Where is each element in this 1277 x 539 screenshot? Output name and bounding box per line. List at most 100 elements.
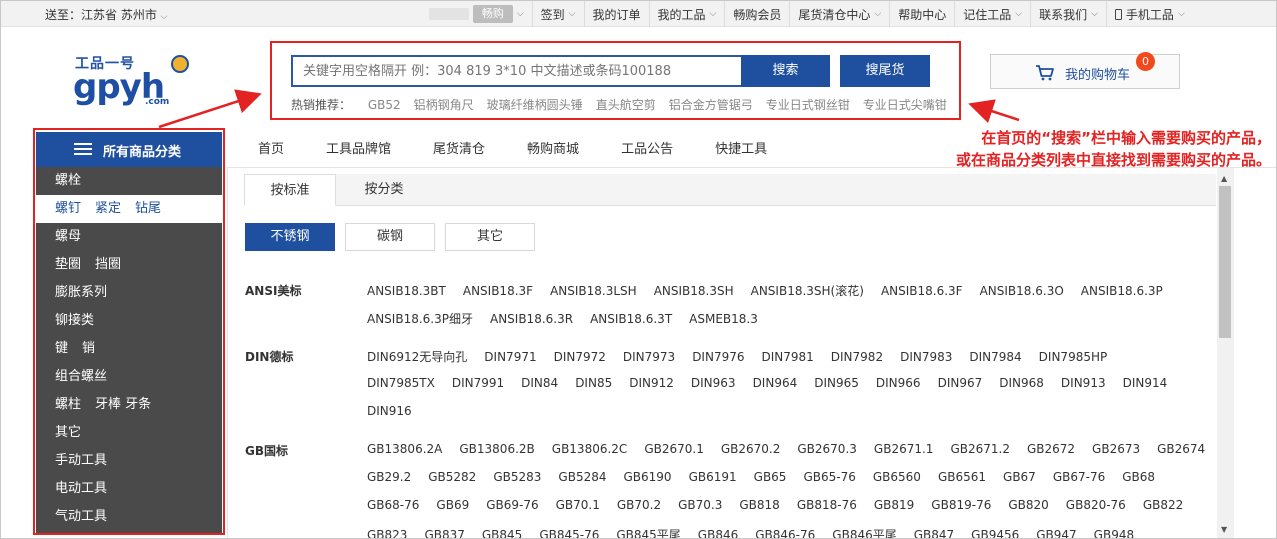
main-nav-item[interactable]: 尾货清仓	[417, 133, 501, 167]
standard-link[interactable]: GB819-76	[931, 498, 991, 512]
topnav-item[interactable]: 尾货清仓中心 ⌵	[789, 1, 889, 27]
material-stainless-button[interactable]: 不锈钢	[245, 223, 335, 251]
standard-link[interactable]: GB67-76	[1053, 470, 1105, 484]
standard-link[interactable]: GB70.3	[678, 498, 722, 512]
standard-link[interactable]: GB818-76	[797, 498, 857, 512]
topnav-item[interactable]: 我的工品 ⌵	[648, 1, 725, 27]
topnav-item[interactable]: 手机工品 ⌵	[1105, 1, 1193, 27]
standard-link[interactable]: DIN7973	[623, 350, 675, 364]
standard-link[interactable]: GB6560	[873, 470, 921, 484]
standard-link[interactable]: GB29.2	[367, 470, 411, 484]
standard-link[interactable]: GB6561	[938, 470, 986, 484]
material-other-button[interactable]: 其它	[445, 223, 535, 251]
standard-link[interactable]: DIN7971	[484, 350, 536, 364]
topnav-item[interactable]: 记住工品 ⌵	[954, 1, 1030, 27]
standard-link[interactable]: ANSIB18.6.3T	[590, 312, 672, 326]
standard-link[interactable]: DIN84	[521, 376, 558, 390]
hot-link[interactable]: GB52	[368, 98, 401, 112]
standard-link[interactable]: ASMEB18.3	[689, 312, 758, 326]
standard-link[interactable]: ANSIB18.6.3P细牙	[367, 312, 473, 326]
hot-link[interactable]: 铝合金方管锯弓	[669, 98, 753, 112]
standard-link[interactable]: ANSIB18.3F	[463, 284, 533, 298]
standard-link[interactable]: DIN965	[814, 376, 859, 390]
standard-link[interactable]: GB70.2	[617, 498, 661, 512]
topnav-item[interactable]: 我的订单	[583, 1, 649, 27]
location-selector[interactable]: 送至：江苏省 苏州市 ⌵	[45, 6, 167, 23]
hot-link[interactable]: 铝柄钢角尺	[414, 98, 474, 112]
tab-by-category[interactable]: 按分类	[336, 174, 432, 206]
standard-link[interactable]: GB69	[436, 498, 469, 512]
standard-link[interactable]: GB846平尾	[832, 528, 896, 538]
standard-link[interactable]: GB5284	[558, 470, 606, 484]
standard-link[interactable]: DIN964	[753, 376, 798, 390]
topnav-item[interactable]: 畅购会员	[724, 1, 789, 27]
main-nav-item[interactable]: 首页	[242, 133, 300, 167]
main-nav-item[interactable]: 工品公告	[605, 133, 689, 167]
standard-link[interactable]: GB846	[698, 528, 738, 538]
standard-link[interactable]: GB2670.3	[797, 442, 857, 456]
standard-link[interactable]: DIN966	[876, 376, 921, 390]
standard-link[interactable]: GB68	[1122, 470, 1155, 484]
standard-link[interactable]: GB9456	[971, 528, 1019, 538]
standard-link[interactable]: GB6191	[689, 470, 737, 484]
standard-link[interactable]: GB5282	[428, 470, 476, 484]
standard-link[interactable]: GB2671.2	[950, 442, 1010, 456]
hot-link[interactable]: 专业日式尖嘴钳	[863, 98, 947, 112]
topnav-item[interactable]: 签到 ⌵	[531, 1, 584, 27]
hot-link[interactable]: 玻璃纤维柄圆头锤	[487, 98, 583, 112]
standard-link[interactable]: GB2672	[1027, 442, 1075, 456]
standard-link[interactable]: DIN7984	[969, 350, 1021, 364]
scroll-up-icon[interactable]: ▲	[1221, 174, 1227, 183]
main-nav-item[interactable]: 快捷工具	[699, 133, 783, 167]
standard-link[interactable]: GB819	[874, 498, 914, 512]
standard-link[interactable]: GB845	[482, 528, 522, 538]
standard-link[interactable]: DIN7976	[692, 350, 744, 364]
standard-link[interactable]: DIN916	[367, 404, 412, 418]
topnav-item[interactable]: 联系我们 ⌵	[1030, 1, 1106, 27]
standard-link[interactable]: ANSIB18.3SH	[654, 284, 734, 298]
standard-link[interactable]: GB13806.2C	[552, 442, 628, 456]
standard-link[interactable]: DIN968	[999, 376, 1044, 390]
standard-link[interactable]: GB70.1	[556, 498, 600, 512]
standard-link[interactable]: GB6190	[623, 470, 671, 484]
topnav-item[interactable]: 帮助中心	[889, 1, 954, 27]
cart-button[interactable]: 我的购物车 0	[990, 52, 1180, 89]
standard-link[interactable]: ANSIB18.3LSH	[550, 284, 637, 298]
standard-link[interactable]: GB820	[1008, 498, 1048, 512]
main-nav-item[interactable]: 畅购商城	[511, 133, 595, 167]
blurred-pill[interactable]: 畅购	[472, 5, 513, 23]
standard-link[interactable]: DIN7982	[831, 350, 883, 364]
standard-link[interactable]: GB65-76	[803, 470, 855, 484]
panel-scrollbar[interactable]: ▲ ▼	[1217, 168, 1234, 538]
scroll-thumb[interactable]	[1219, 186, 1231, 338]
standard-link[interactable]: DIN6912无导向孔	[367, 350, 467, 364]
standard-link[interactable]: GB5283	[493, 470, 541, 484]
standard-link[interactable]: GB818	[739, 498, 779, 512]
standard-link[interactable]: DIN7991	[452, 376, 504, 390]
standard-link[interactable]: DIN85	[575, 376, 612, 390]
standard-link[interactable]: DIN7972	[554, 350, 606, 364]
scroll-down-icon[interactable]: ▼	[1221, 525, 1227, 534]
standard-link[interactable]: DIN912	[629, 376, 674, 390]
standard-link[interactable]: DIN967	[938, 376, 983, 390]
standard-link[interactable]: GB65	[754, 470, 787, 484]
standard-link[interactable]: ANSIB18.6.3F	[881, 284, 963, 298]
standard-link[interactable]: ANSIB18.3BT	[367, 284, 446, 298]
standard-link[interactable]: GB820-76	[1066, 498, 1126, 512]
standard-link[interactable]: DIN7983	[900, 350, 952, 364]
standard-link[interactable]: DIN963	[691, 376, 736, 390]
standard-link[interactable]: GB847	[914, 528, 954, 538]
standard-link[interactable]: GB2670.2	[721, 442, 781, 456]
standard-link[interactable]: DIN7985TX	[367, 376, 435, 390]
standard-link[interactable]: GB837	[424, 528, 464, 538]
main-nav-item[interactable]: 工具品牌馆	[310, 133, 407, 167]
tab-by-standard[interactable]: 按标准	[244, 174, 336, 206]
hot-link[interactable]: 专业日式钢丝钳	[766, 98, 850, 112]
standard-link[interactable]: GB846-76	[755, 528, 815, 538]
standard-link[interactable]: GB67	[1003, 470, 1036, 484]
standard-link[interactable]: GB13806.2A	[367, 442, 442, 456]
standard-link[interactable]: GB2674	[1157, 442, 1205, 456]
standard-link[interactable]: ANSIB18.6.3O	[980, 284, 1064, 298]
standard-link[interactable]: GB845-76	[539, 528, 599, 538]
search-tail-goods-button[interactable]: 搜尾货	[840, 55, 930, 87]
